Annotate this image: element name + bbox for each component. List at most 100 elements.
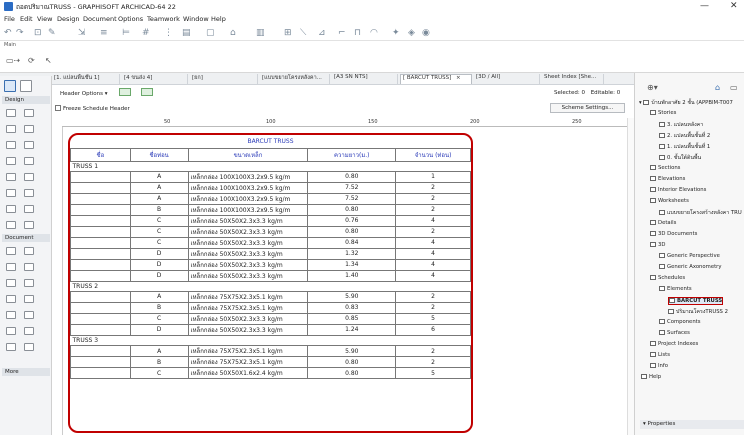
curtain-wall-tool-icon[interactable]: [24, 173, 34, 181]
column-header[interactable]: จำนวน (ท่อน): [395, 147, 471, 162]
quantity-cell[interactable]: 2: [395, 356, 471, 369]
pointer-icon[interactable]: ⊡: [34, 28, 42, 38]
name-cell[interactable]: [70, 225, 131, 238]
line-tool-icon[interactable]: [24, 279, 34, 287]
navigator-item[interactable]: Help: [641, 374, 661, 380]
menu-view[interactable]: View: [37, 15, 52, 23]
lamp-tool-icon[interactable]: [24, 221, 34, 229]
morph-tool-icon[interactable]: [6, 221, 16, 229]
close-window-button[interactable]: ✕: [730, 1, 738, 11]
trim-icon[interactable]: ⟍: [300, 28, 306, 38]
tab-roof-detail[interactable]: [แบบขยายโครงหลังคา...: [260, 74, 330, 84]
table-row[interactable]: B เหล็กกล่อง 75X75X2.3x5.1 kg/m 0.80 2: [70, 356, 471, 369]
fill-icon[interactable]: ▥: [256, 28, 265, 38]
schedule-title[interactable]: BARCUT TRUSS: [71, 135, 471, 148]
length-cell[interactable]: 0.85: [307, 312, 397, 325]
navigator-item[interactable]: Generic Perspective: [659, 253, 720, 259]
length-cell[interactable]: 7.52: [307, 181, 397, 194]
steel-size-cell[interactable]: เหล็กกล่อง 100X100X3.2x9.5 kg/m: [187, 192, 309, 205]
layout-icon[interactable]: ▭⇢: [6, 56, 20, 65]
steel-size-cell[interactable]: เหล็กกล่อง 75X75X2.3x5.1 kg/m: [187, 301, 309, 314]
grid-icon[interactable]: #: [142, 28, 150, 38]
table-row[interactable]: B เหล็กกล่อง 75X75X2.3x5.1 kg/m 0.83 2: [70, 301, 471, 314]
stair-tool-icon[interactable]: [24, 157, 34, 165]
quantity-cell[interactable]: 4: [395, 269, 471, 282]
navigator-item[interactable]: Details: [650, 220, 676, 226]
fill-tool-icon[interactable]: [6, 279, 16, 287]
steel-size-cell[interactable]: เหล็กกล่อง 75X75X2.3x5.1 kg/m: [187, 345, 309, 358]
arrow-select-icon[interactable]: [4, 80, 16, 92]
section-more[interactable]: More: [2, 368, 50, 376]
quantity-cell[interactable]: 4: [395, 236, 471, 249]
table-row[interactable]: A เหล็กกล่อง 100X100X3.2x9.5 kg/m 7.52 2: [70, 181, 471, 194]
name-cell[interactable]: [70, 247, 131, 260]
name-cell[interactable]: [70, 181, 131, 194]
tab-close-icon[interactable]: ×: [456, 75, 461, 81]
menu-file[interactable]: File: [4, 15, 15, 23]
table-row[interactable]: C เหล็กกล่อง 50X50X1.6x2.4 kg/m 0.80 5: [70, 367, 471, 380]
tab-floor-plan-1[interactable]: [1. แปลนพื้นชั้น 1]: [52, 74, 120, 84]
align-icon[interactable]: ⊨: [122, 28, 130, 38]
drawing-tool-icon[interactable]: [6, 311, 16, 319]
tab-a3-sheet[interactable]: [A3 SN NTS]: [332, 74, 398, 84]
mesh-tool-icon[interactable]: [6, 157, 16, 165]
figure-tool-icon[interactable]: [24, 311, 34, 319]
navigator-item[interactable]: 0. ชั้นใต้ดินพื้น: [659, 154, 701, 162]
part-cell[interactable]: C: [129, 367, 189, 380]
line-type-icon[interactable]: ≡: [100, 28, 108, 38]
quantity-cell[interactable]: 4: [395, 258, 471, 271]
length-cell[interactable]: 5.90: [307, 290, 397, 303]
steel-size-cell[interactable]: เหล็กกล่อง 50X50X2.3x3.3 kg/m: [187, 258, 309, 271]
menu-options[interactable]: Options: [118, 15, 143, 23]
shell-tool-icon[interactable]: [24, 141, 34, 149]
pen-icon[interactable]: ✎: [48, 28, 56, 38]
tab-barcut-truss[interactable]: [ BARCUT TRUSS] ×: [400, 74, 472, 84]
name-cell[interactable]: [70, 290, 131, 303]
part-cell[interactable]: A: [129, 290, 189, 303]
name-cell[interactable]: [70, 301, 131, 314]
part-cell[interactable]: B: [129, 203, 189, 216]
merge-icon[interactable]: [141, 88, 154, 96]
length-cell[interactable]: 0.80: [307, 356, 397, 369]
table-row[interactable]: C เหล็กกล่อง 50X50X2.3x3.3 kg/m 0.80 2: [70, 225, 471, 238]
table-row[interactable]: C เหล็กกล่อง 50X50X2.3x3.3 kg/m 0.85 5: [70, 312, 471, 325]
table-row[interactable]: C เหล็กกล่อง 50X50X2.3x3.3 kg/m 0.84 4: [70, 236, 471, 249]
navigator-item[interactable]: Surfaces: [659, 330, 690, 336]
quantity-cell[interactable]: 6: [395, 323, 471, 336]
menu-design[interactable]: Design: [57, 15, 79, 23]
table-row[interactable]: D เหล็กกล่อง 50X50X2.3x3.3 kg/m 1.34 4: [70, 258, 471, 271]
menu-teamwork[interactable]: Teamwork: [147, 15, 180, 23]
navigator-item[interactable]: 3D Documents: [650, 231, 697, 237]
name-cell[interactable]: [70, 312, 131, 325]
table-row[interactable]: A เหล็กกล่อง 100X100X3.2x9.5 kg/m 7.52 2: [70, 192, 471, 205]
arc-tool-icon[interactable]: [6, 295, 16, 303]
name-cell[interactable]: [70, 170, 131, 183]
name-cell[interactable]: [70, 345, 131, 358]
wall-tool-icon[interactable]: [6, 109, 16, 117]
view-map-icon[interactable]: ▭: [730, 83, 738, 92]
rotate-icon[interactable]: ⟳: [28, 56, 35, 65]
magic-wand-icon[interactable]: ✦: [392, 28, 400, 38]
header-options-dropdown[interactable]: Header Options ▾: [60, 88, 154, 97]
crop-icon[interactable]: ⊞: [284, 28, 292, 38]
worksheet-tool-icon[interactable]: [6, 343, 16, 351]
length-cell[interactable]: 0.80: [307, 170, 397, 183]
label-tool-icon[interactable]: [24, 263, 34, 271]
cursor-icon[interactable]: ↖: [45, 56, 52, 65]
navigator-item[interactable]: Schedules: [650, 275, 685, 281]
navigator-item[interactable]: Info: [650, 363, 668, 369]
add-field-icon[interactable]: [119, 88, 132, 96]
view-icon[interactable]: ▢: [206, 28, 215, 38]
name-cell[interactable]: [70, 258, 131, 271]
navigator-item[interactable]: 2. แปลนพื้นชั้นที่ 2: [659, 132, 710, 140]
steel-size-cell[interactable]: เหล็กกล่อง 100X100X3.2x9.5 kg/m: [187, 181, 309, 194]
steel-size-cell[interactable]: เหล็กกล่อง 100X100X3.2x9.5 kg/m: [187, 203, 309, 216]
vertical-scrollbar[interactable]: [627, 118, 634, 435]
navigator-item[interactable]: Elements: [659, 286, 692, 292]
door-tool-icon[interactable]: [6, 189, 16, 197]
part-cell[interactable]: D: [129, 269, 189, 282]
part-cell[interactable]: D: [129, 258, 189, 271]
polyline-tool-icon[interactable]: [24, 295, 34, 303]
corner-icon[interactable]: ⌐: [338, 28, 346, 38]
marquee-icon[interactable]: [20, 80, 32, 92]
